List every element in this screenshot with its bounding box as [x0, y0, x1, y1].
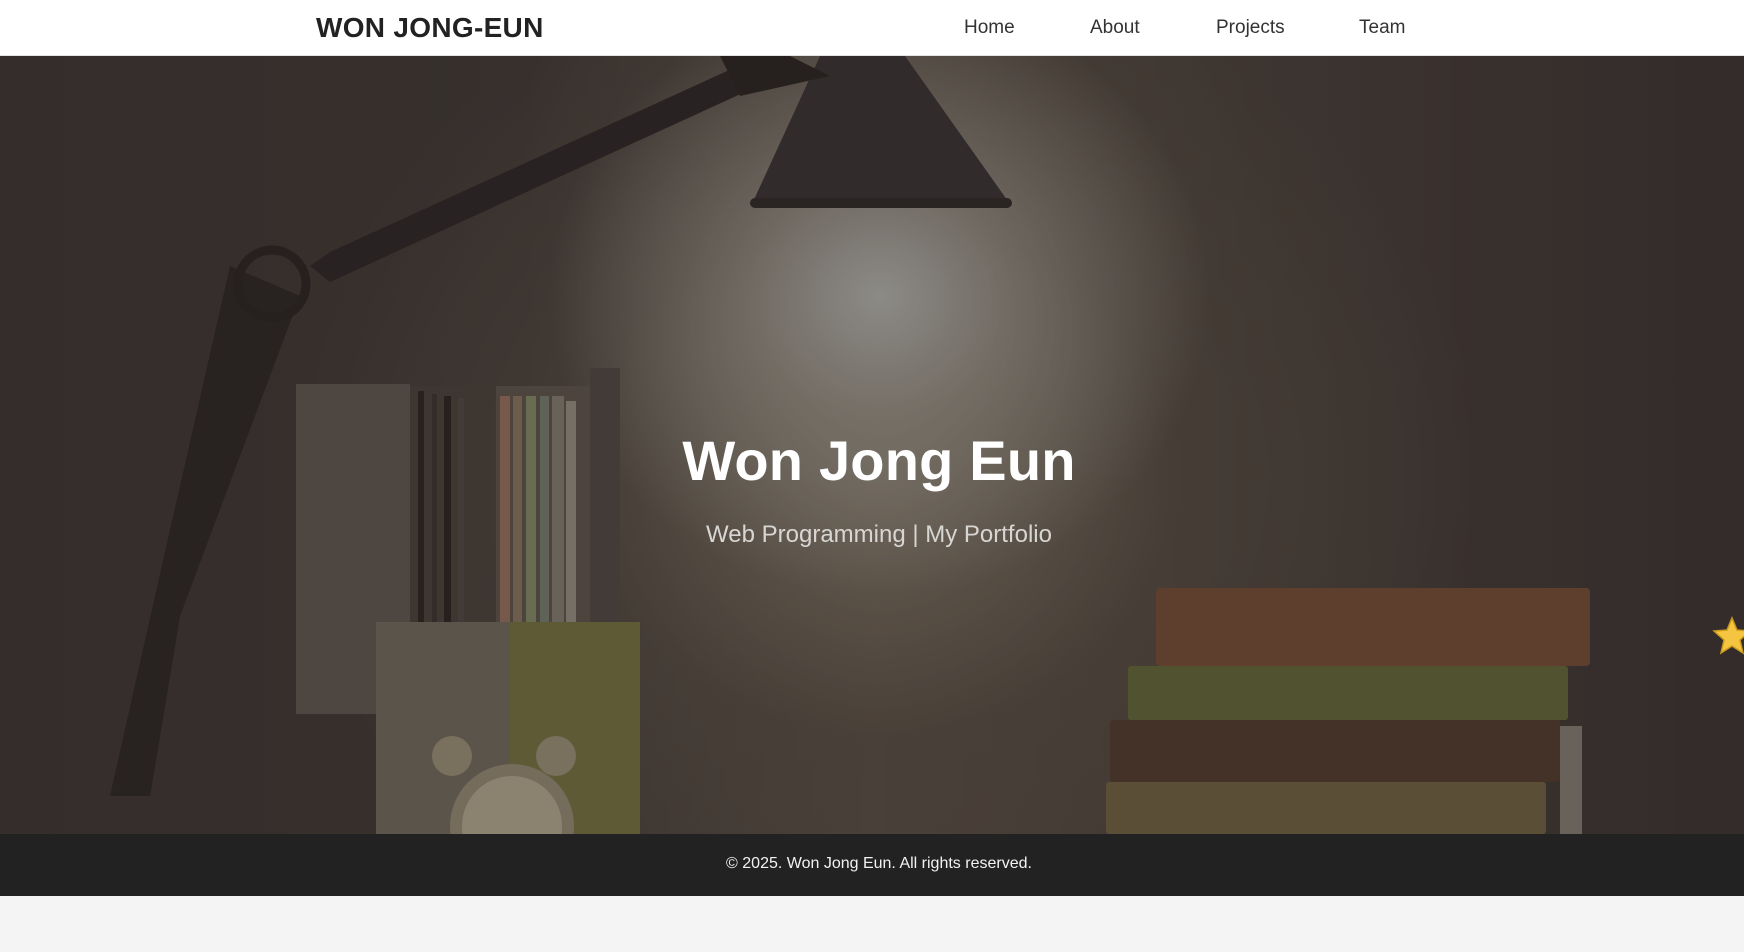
- site-header: WON JONG-EUN Home About Projects Team: [0, 0, 1744, 56]
- star-icon: [1712, 616, 1744, 655]
- nav-link-projects[interactable]: Projects: [1216, 17, 1285, 39]
- hero-title: Won Jong Eun: [682, 429, 1076, 492]
- hero-section: Won Jong Eun Web Programming | My Portfo…: [0, 56, 1744, 834]
- site-footer: © 2025. Won Jong Eun. All rights reserve…: [0, 834, 1744, 896]
- nav-link-about[interactable]: About: [1090, 17, 1140, 39]
- page: WON JONG-EUN Home About Projects Team Wo…: [0, 0, 1744, 952]
- hero-subtitle: Web Programming | My Portfolio: [706, 521, 1052, 548]
- copyright-text: © 2025. Won Jong Eun. All rights reserve…: [726, 855, 1032, 872]
- floating-star-button[interactable]: [1712, 616, 1744, 656]
- main-nav: Home About Projects Team: [0, 17, 1744, 41]
- nav-link-home[interactable]: Home: [964, 17, 1015, 39]
- nav-link-team[interactable]: Team: [1359, 17, 1405, 39]
